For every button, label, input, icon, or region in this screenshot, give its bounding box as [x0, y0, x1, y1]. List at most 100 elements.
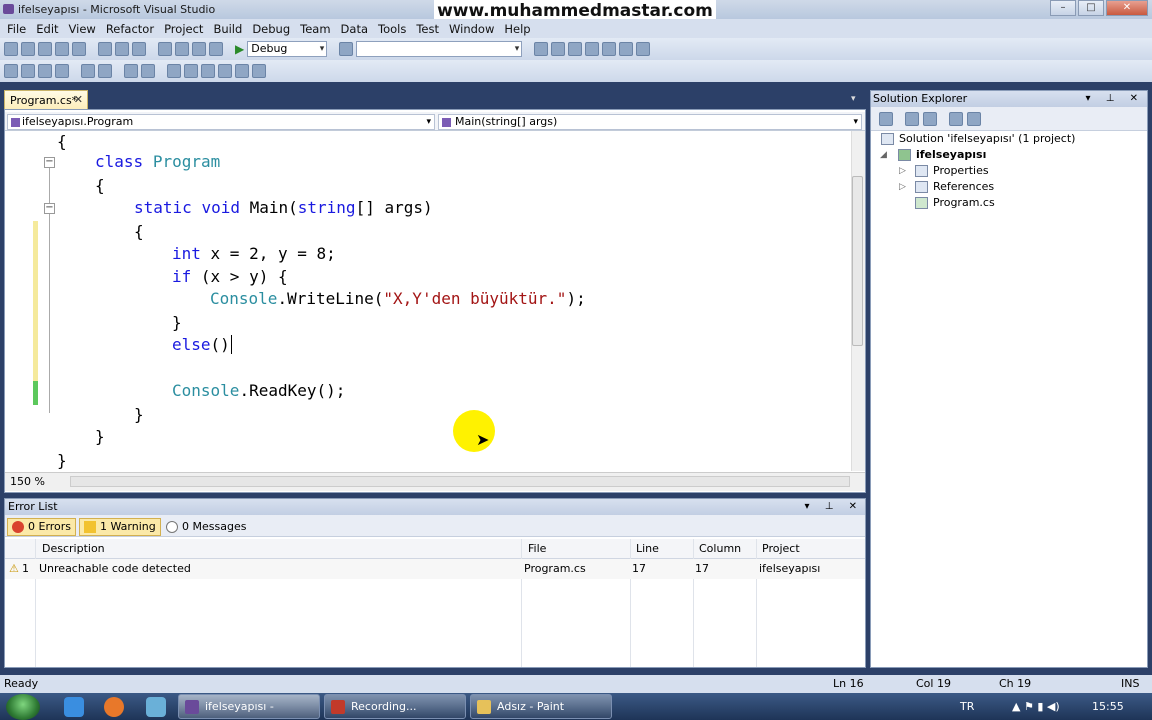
types-dropdown[interactable]: ifelseyapısı.Program	[7, 114, 435, 130]
menu-project[interactable]: Project	[159, 22, 208, 36]
menu-edit[interactable]: Edit	[31, 22, 63, 36]
solution-explorer-icon[interactable]	[534, 42, 549, 56]
save-all-icon[interactable]	[72, 42, 86, 56]
menu-help[interactable]: Help	[499, 22, 535, 36]
copy-icon[interactable]	[115, 42, 129, 56]
word-completion-icon[interactable]	[38, 64, 52, 78]
messages-filter-button[interactable]: 0 Messages	[161, 518, 251, 536]
taskbar-visual-studio[interactable]: ifelseyapısı - Microso...	[178, 694, 320, 719]
row-number: 1	[22, 562, 29, 575]
taskbar-recording[interactable]: Recording...	[324, 694, 466, 719]
tree-item-program-cs[interactable]: Program.cs	[915, 195, 995, 211]
menu-window[interactable]: Window	[444, 22, 499, 36]
error-list-header: Error List ▾ ⊥ ✕	[5, 499, 865, 515]
previous-bookmark-icon[interactable]	[184, 64, 198, 78]
collapse-method-icon[interactable]: −	[44, 203, 55, 214]
close-tab-icon[interactable]: ✕	[74, 93, 83, 106]
undo-icon[interactable]	[158, 42, 172, 56]
save-icon[interactable]	[55, 42, 69, 56]
col-file[interactable]: File	[528, 542, 546, 555]
clock[interactable]: 15:55	[1092, 700, 1124, 713]
navigate-forward-icon[interactable]	[209, 42, 223, 56]
menu-view[interactable]: View	[64, 22, 101, 36]
class-diagram-icon[interactable]	[967, 112, 981, 126]
redo-icon[interactable]	[175, 42, 189, 56]
menu-debug[interactable]: Debug	[247, 22, 295, 36]
project-node[interactable]: ◢ ifelseyapısı	[880, 147, 986, 163]
internet-explorer-icon[interactable]	[64, 697, 84, 717]
next-bookmark-folder-icon[interactable]	[235, 64, 249, 78]
editor-horizontal-scrollbar[interactable]	[70, 476, 850, 487]
display-word-completion-icon[interactable]	[55, 64, 69, 78]
properties-icon[interactable]	[551, 42, 566, 56]
menu-data[interactable]: Data	[336, 22, 373, 36]
tab-list-dropdown-icon[interactable]: ▾	[851, 94, 856, 104]
open-file-icon[interactable]	[38, 42, 52, 56]
zoom-level[interactable]: 150 %	[10, 475, 45, 488]
menu-team[interactable]: Team	[295, 22, 335, 36]
tab-program-cs[interactable]: Program.cs* ✕	[4, 90, 88, 109]
menu-refactor[interactable]: Refactor	[101, 22, 159, 36]
start-page-icon[interactable]	[602, 42, 617, 56]
cut-icon[interactable]	[98, 42, 112, 56]
uncomment-icon[interactable]	[141, 64, 155, 78]
network-icon[interactable]	[146, 697, 166, 717]
scrollbar-thumb[interactable]	[852, 176, 863, 346]
close-button[interactable]: ✕	[1106, 0, 1148, 16]
table-row[interactable]: ⚠ 1 Unreachable code detected Program.cs…	[5, 559, 865, 579]
properties-icon[interactable]	[879, 112, 893, 126]
solution-config-dropdown[interactable]: Debug	[247, 41, 328, 57]
next-bookmark-icon[interactable]	[201, 64, 215, 78]
refresh-icon[interactable]	[923, 112, 937, 126]
firefox-icon[interactable]	[104, 697, 124, 717]
toolbox-icon[interactable]	[585, 42, 600, 56]
menu-test[interactable]: Test	[411, 22, 444, 36]
col-column[interactable]: Column	[699, 542, 741, 555]
taskbar-paint[interactable]: Adsız - Paint	[470, 694, 612, 719]
toggle-bookmark-icon[interactable]	[167, 64, 181, 78]
solution-node[interactable]: Solution 'ifelseyapısı' (1 project)	[881, 131, 1075, 147]
comment-out-icon[interactable]	[124, 64, 138, 78]
col-project[interactable]: Project	[762, 542, 800, 555]
clear-bookmarks-icon[interactable]	[252, 64, 266, 78]
decrease-indent-icon[interactable]	[81, 64, 95, 78]
previous-bookmark-folder-icon[interactable]	[218, 64, 232, 78]
tree-item-references[interactable]: ▷ References	[899, 179, 994, 195]
find-in-files-icon[interactable]	[339, 42, 354, 56]
maximize-button[interactable]: □	[1078, 0, 1104, 16]
minimize-button[interactable]: –	[1050, 0, 1076, 16]
collapse-class-icon[interactable]: −	[44, 157, 55, 168]
code-line: Console.ReadKey();	[172, 381, 346, 400]
language-indicator[interactable]: TR	[960, 700, 974, 713]
tree-item-properties[interactable]: ▷ Properties	[899, 163, 989, 179]
menu-build[interactable]: Build	[208, 22, 247, 36]
paste-icon[interactable]	[132, 42, 146, 56]
navigate-back-icon[interactable]	[192, 42, 206, 56]
menu-tools[interactable]: Tools	[373, 22, 411, 36]
view-code-icon[interactable]	[949, 112, 963, 126]
new-project-icon[interactable]	[4, 42, 18, 56]
command-window-icon[interactable]	[636, 42, 651, 56]
code-area[interactable]: − − { class Program { static void Main(s…	[5, 131, 851, 471]
tray-icons[interactable]: ▲ ⚑ ▮ ◀)	[1012, 700, 1060, 713]
col-line[interactable]: Line	[636, 542, 659, 555]
members-dropdown[interactable]: Main(string[] args)	[438, 114, 862, 130]
col-description[interactable]: Description	[42, 542, 105, 555]
parameter-info-icon[interactable]	[21, 64, 35, 78]
increase-indent-icon[interactable]	[98, 64, 112, 78]
menu-file[interactable]: File	[2, 22, 31, 36]
find-combo[interactable]	[356, 41, 523, 57]
start-debugging-icon[interactable]: ▶	[235, 42, 244, 56]
panel-window-buttons[interactable]: ▾ ⊥ ✕	[805, 499, 865, 514]
object-browser-icon[interactable]	[568, 42, 583, 56]
quick-info-icon[interactable]	[4, 64, 18, 78]
extension-manager-icon[interactable]	[619, 42, 634, 56]
panel-window-buttons[interactable]: ▾ ⊥ ✕	[1086, 91, 1144, 106]
status-line: Ln 16	[833, 677, 864, 690]
warnings-filter-button[interactable]: 1 Warning	[79, 518, 161, 536]
errors-filter-button[interactable]: 0 Errors	[7, 518, 77, 536]
text-editor-toolbar	[0, 60, 1152, 82]
show-all-files-icon[interactable]	[905, 112, 919, 126]
add-item-icon[interactable]	[21, 42, 35, 56]
start-button[interactable]	[6, 694, 40, 720]
